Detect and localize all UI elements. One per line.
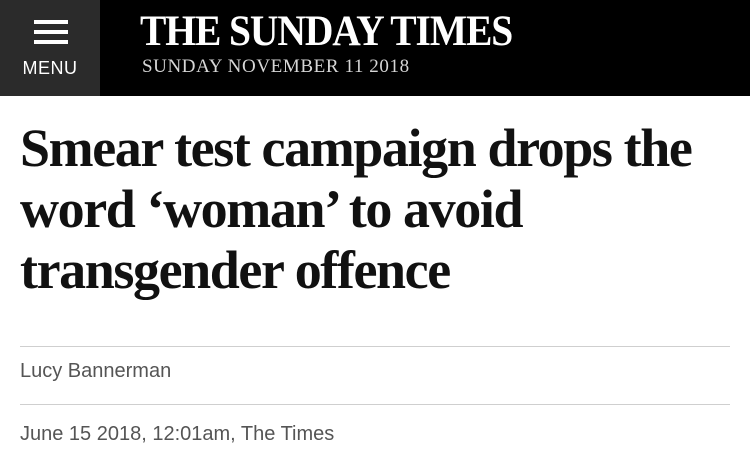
divider bbox=[20, 404, 730, 405]
publish-dateline: June 15 2018, 12:01am, The Times bbox=[20, 423, 335, 445]
hamburger-bar bbox=[34, 20, 68, 24]
author-byline[interactable]: Lucy Bannerman bbox=[20, 360, 171, 383]
hamburger-bar bbox=[34, 40, 68, 44]
article-headline: Smear test campaign drops the word ‘woma… bbox=[20, 118, 693, 300]
hamburger-menu-icon[interactable] bbox=[34, 20, 68, 44]
site-header: MENU THE SUNDAY TIMES SUNDAY NOVEMBER 11… bbox=[0, 0, 750, 96]
edition-date: SUNDAY NOVEMBER 11 2018 bbox=[142, 56, 410, 77]
menu-button[interactable]: MENU bbox=[0, 0, 100, 96]
hamburger-bar bbox=[34, 30, 68, 34]
masthead-logo[interactable]: THE SUNDAY TIMES bbox=[140, 8, 513, 56]
menu-label: MENU bbox=[22, 58, 78, 78]
divider bbox=[20, 346, 730, 347]
